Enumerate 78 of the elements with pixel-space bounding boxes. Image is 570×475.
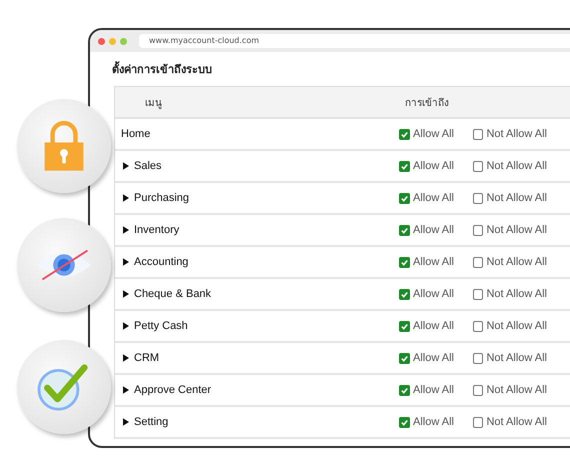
table-row[interactable]: Inventory Allow All Not Allow All [115,215,570,247]
table-row[interactable]: CRM Allow All Not Allow All [115,343,570,375]
column-header: เมนู [144,96,163,110]
checkbox[interactable] [399,384,410,396]
table-row[interactable]: Cheque & Bank Allow All Not Allow All [115,279,570,311]
checkbox-label: Allow All [413,224,454,236]
column-header: การเข้าถึง [405,96,449,110]
checkbox[interactable] [473,224,484,236]
table-row[interactable]: Setting Allow All Not Allow All [115,407,570,439]
checkbox-label: Not Allow All [486,256,547,268]
checkbox-label: Not Allow All [486,352,547,364]
checkbox[interactable] [399,128,410,140]
expand-arrow-icon[interactable] [123,386,129,394]
expand-arrow-icon[interactable] [123,322,129,330]
menu-name: Accounting [134,256,188,268]
maximize-dot-icon[interactable] [120,38,127,44]
menu-name: Petty Cash [134,320,188,332]
checkbox[interactable] [399,256,410,268]
checkbox[interactable] [399,416,410,428]
checkbox[interactable] [473,192,484,204]
checkbox-label: Not Allow All [486,288,547,300]
checkbox-label: Not Allow All [486,416,547,428]
checkbox[interactable] [473,160,484,172]
expand-arrow-icon[interactable] [123,194,129,202]
checkbox-label: Allow All [413,416,454,428]
menu-name: Purchasing [134,192,190,204]
checkbox-label: Not Allow All [486,192,547,204]
expand-arrow-icon[interactable] [123,290,129,298]
checkbox[interactable] [473,256,484,268]
checkbox-label: Allow All [413,192,454,204]
lock-icon [42,121,86,171]
checkbox-label: Allow All [413,160,454,172]
menu-name: Sales [134,160,162,172]
checkbox[interactable] [473,288,484,300]
checkbox[interactable] [473,320,484,332]
menu-name: CRM [134,352,160,364]
menu-name: Approve Center [134,384,212,396]
checkbox-label: Not Allow All [486,224,547,236]
address-bar[interactable]: www.myaccount-cloud.com [139,34,570,48]
checkbox[interactable] [473,128,484,140]
checkbox-label: Allow All [413,320,454,332]
checkbox[interactable] [399,320,410,332]
checkbox-label: Allow All [413,256,454,268]
table-row[interactable]: Sales Allow All Not Allow All [115,151,570,183]
expand-arrow-icon[interactable] [123,226,129,234]
checkbox-label: Not Allow All [486,128,547,140]
checkbox-label: Allow All [413,384,454,396]
table-row[interactable]: Home Allow All Not Allow All [115,119,570,151]
checkbox[interactable] [399,192,410,204]
expand-arrow-icon[interactable] [123,418,129,426]
checkbox[interactable] [399,352,410,364]
table-row[interactable]: Approve Center Allow All Not Allow All [115,375,570,407]
crossed-eye-icon [35,247,93,283]
checkbox[interactable] [399,224,410,236]
menu-name: Inventory [134,224,180,236]
table-row[interactable]: Accounting Allow All Not Allow All [115,247,570,279]
checkbox[interactable] [473,352,484,364]
menu-name: Home [121,128,150,140]
checkbox-label: Not Allow All [486,160,547,172]
menu-name: Setting [134,416,168,428]
checkbox-label: Allow All [413,288,454,300]
checkbox-label: Allow All [413,128,454,140]
table-row[interactable]: Petty Cash Allow All Not Allow All [115,311,570,343]
checkbox[interactable] [473,416,484,428]
checkbox-label: Allow All [413,352,454,364]
table-row[interactable]: Purchasing Allow All Not Allow All [115,183,570,215]
close-dot-icon[interactable] [98,38,105,44]
checkbox-label: Not Allow All [486,320,547,332]
page-title: ตั้งค่าการเข้าถึงระบบ [112,60,213,78]
minimize-dot-icon[interactable] [109,38,116,44]
expand-arrow-icon[interactable] [123,162,129,170]
expand-arrow-icon[interactable] [123,354,129,362]
checkbox[interactable] [399,160,410,172]
checkbox[interactable] [399,288,410,300]
expand-arrow-icon[interactable] [123,258,129,266]
checkbox[interactable] [473,384,484,396]
checkbox-label: Not Allow All [486,384,547,396]
menu-name: Cheque & Bank [134,288,212,300]
